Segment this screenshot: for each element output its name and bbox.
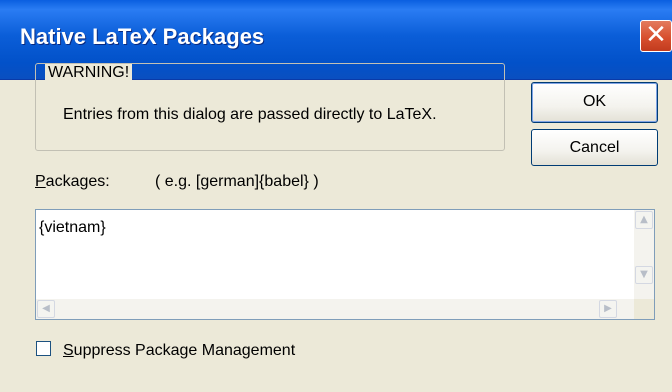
- packages-label: Packages:: [35, 173, 110, 191]
- vertical-scrollbar[interactable]: ▲ ▼: [634, 210, 654, 299]
- close-icon: ✕: [645, 20, 667, 50]
- suppress-label-mnemonic: S: [63, 342, 74, 359]
- warning-legend: WARNING!: [45, 64, 133, 82]
- ok-button[interactable]: OK: [531, 82, 658, 123]
- packages-textarea[interactable]: {vietnam} ▲ ▼ ◀ ▶: [35, 209, 655, 320]
- scroll-right-button[interactable]: ▶: [599, 300, 617, 318]
- packages-hint: ( e.g. [german]{babel} ): [155, 173, 319, 190]
- scroll-left-button[interactable]: ◀: [37, 300, 55, 318]
- suppress-label-rest: uppress Package Management: [73, 342, 296, 359]
- packages-label-rest: ackages:: [45, 173, 110, 190]
- scroll-up-icon: ▲: [640, 214, 648, 225]
- scroll-right-icon: ▶: [604, 303, 612, 314]
- suppress-checkbox[interactable]: [36, 341, 51, 356]
- warning-message: Entries from this dialog are passed dire…: [63, 106, 437, 123]
- suppress-label[interactable]: Suppress Package Management: [63, 342, 295, 360]
- horizontal-scrollbar[interactable]: ◀ ▶: [36, 299, 634, 319]
- scroll-down-icon: ▼: [640, 269, 648, 280]
- cancel-button[interactable]: Cancel: [531, 129, 658, 166]
- close-button[interactable]: ✕: [640, 20, 672, 52]
- scroll-down-button[interactable]: ▼: [635, 266, 653, 284]
- scroll-up-button[interactable]: ▲: [635, 211, 653, 229]
- window-title: Native LaTeX Packages: [20, 24, 265, 49]
- scrollbar-corner: [634, 299, 654, 319]
- packages-label-mnemonic: P: [35, 173, 46, 190]
- scroll-left-icon: ◀: [42, 303, 50, 314]
- packages-value: {vietnam}: [39, 219, 106, 236]
